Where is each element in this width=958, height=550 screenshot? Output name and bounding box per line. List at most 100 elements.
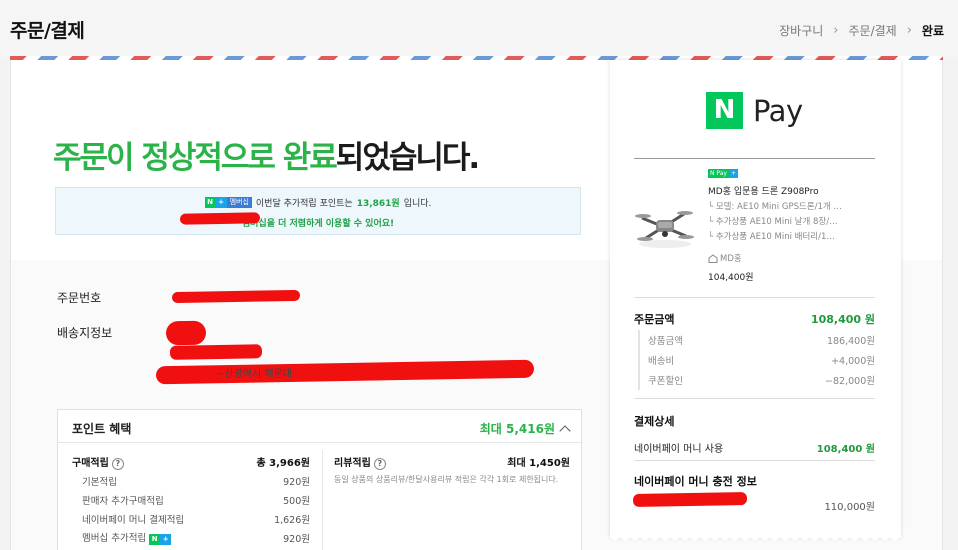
redaction-mark xyxy=(169,344,263,360)
page-title: 주문/결제 xyxy=(10,20,85,42)
notice-text: 이번달 추가적립 포인트는 xyxy=(255,199,353,209)
top-bar: 주문/결제 장바구니 › 주문/결제 › 완료 xyxy=(0,0,958,58)
breadcrumb-checkout[interactable]: 주문/결제 xyxy=(848,22,896,39)
breadcrumb-separator: › xyxy=(906,23,912,38)
badge-n: N xyxy=(149,534,161,545)
amount-item-value: +4,000원 xyxy=(831,356,875,367)
badge-plus: + xyxy=(728,169,739,178)
divider xyxy=(634,460,875,461)
points-benefit-panel: 포인트 혜택 최대 5,416원 구매적립? 총 3,966원 기본적립 920원… xyxy=(57,409,582,550)
purchase-points-column: 구매적립? 총 3,966원 기본적립 920원 판매자 추가구매적립 500원 네… xyxy=(72,452,310,547)
pay-wordmark: Pay xyxy=(753,93,803,128)
redaction-mark xyxy=(165,320,207,346)
help-icon[interactable]: ? xyxy=(111,457,124,470)
review-points-header: 리뷰적립? 최대 1,450원 xyxy=(334,452,570,471)
redaction-mark xyxy=(632,492,748,507)
address-fragment: ~산광역시 해운대 xyxy=(216,369,292,380)
breadcrumb-cart[interactable]: 장바구니 xyxy=(779,22,823,39)
payment-detail-section: 결제상세 xyxy=(634,413,875,429)
review-points-note: 동일 상품의 상품리뷰/한달사용리뷰 적립은 각각 1회로 제한됩니다. xyxy=(334,475,559,484)
charge-info-section: 네이버페이 머니 충전 정보 xyxy=(634,473,875,489)
payment-method-row: 네이버페이 머니 사용 108,400 원 xyxy=(634,440,875,455)
point-item-value: 920원 xyxy=(283,533,310,545)
purchase-points-total: 총 3,966원 xyxy=(256,458,310,469)
column-divider xyxy=(322,450,323,550)
headline-highlight: 주문이 정상적으로 완료 xyxy=(53,140,338,176)
point-item-value: 920원 xyxy=(283,476,310,488)
breadcrumb: 장바구니 › 주문/결제 › 완료 xyxy=(779,22,944,39)
list-item: 상품금액 186,400원 xyxy=(648,330,875,350)
list-item: 네이버페이 머니 결제적립 1,626원 xyxy=(72,509,310,528)
list-item: 기본적립 920원 xyxy=(72,471,310,490)
review-points-column: 리뷰적립? 최대 1,450원 동일 상품의 상품리뷰/한달사용리뷰 적립은 각… xyxy=(334,452,570,487)
charge-info-label: 네이버페이 머니 충전 정보 xyxy=(634,475,757,488)
points-benefit-header[interactable]: 포인트 혜택 최대 5,416원 xyxy=(58,410,581,443)
notice-points: 13,861원 xyxy=(356,199,400,209)
point-item-label: 기본적립 xyxy=(82,476,117,488)
amount-item-label: 배송비 xyxy=(648,356,675,367)
point-item-label: 판매자 추가구매적립 xyxy=(82,495,164,507)
payment-receipt: N Pay N Pay + MD홍 입문용 드론 Z908Pro └ 모델: AE… xyxy=(610,60,901,538)
breadcrumb-complete: 완료 xyxy=(921,24,944,38)
order-amount-label: 주문금액 xyxy=(634,313,675,326)
badge-plus: + xyxy=(160,534,172,545)
order-amount-value: 108,400 원 xyxy=(810,313,875,326)
receipt-torn-edge xyxy=(610,536,901,546)
naver-plus-icon: N + xyxy=(149,534,172,545)
naver-pay-plus-badge: N Pay + xyxy=(708,169,739,178)
charge-value: 110,000원 xyxy=(824,502,875,513)
point-item-value: 1,626원 xyxy=(274,514,310,526)
shipping-info-label: 배송지정보 xyxy=(57,326,113,340)
purchase-points-label: 구매적립 xyxy=(72,457,109,469)
chevron-up-icon[interactable] xyxy=(559,424,571,437)
badge-npay: N Pay xyxy=(708,169,729,178)
points-max-value: 최대 5,416원 xyxy=(479,422,555,436)
order-amount-breakdown: 상품금액 186,400원 배송비 +4,000원 쿠폰할인 −82,000원 xyxy=(638,330,875,390)
badge-n: N xyxy=(204,197,216,208)
divider xyxy=(634,297,875,298)
list-item: 배송비 +4,000원 xyxy=(648,350,875,370)
review-points-label: 리뷰적립 xyxy=(334,457,371,469)
order-amount-section: 주문금액 108,400 원 xyxy=(634,311,875,327)
headline-rest: 되었습니다. xyxy=(335,140,480,176)
seller-name: MD홍 xyxy=(720,254,742,264)
product-price: 104,400원 xyxy=(708,273,754,283)
redaction-mark xyxy=(171,289,301,304)
amount-item-value: −82,000원 xyxy=(825,376,875,387)
divider xyxy=(634,158,875,159)
amount-item-label: 쿠폰할인 xyxy=(648,376,683,387)
store-icon xyxy=(708,253,718,263)
payment-detail-label: 결제상세 xyxy=(634,415,675,428)
product-option: └ 추가상품 AE10 Mini 배터리/1… xyxy=(708,232,835,242)
redaction-mark xyxy=(179,212,261,225)
membership-notice[interactable]: N + 멤버십 이번달 추가적립 포인트는 13,861원 입니다. 멤버십을 더 저… xyxy=(55,187,581,235)
list-item: 멤버십 추가적립 N +920원 xyxy=(72,528,310,547)
completion-headline: 주문이 정상적으로 완료되었습니다. xyxy=(53,132,480,177)
payment-method-value: 108,400 원 xyxy=(816,444,875,455)
point-item-value: 500원 xyxy=(283,495,310,507)
help-icon[interactable]: ? xyxy=(373,457,386,470)
amount-item-label: 상품금액 xyxy=(648,336,683,347)
naver-plus-membership-badge: N + 멤버십 xyxy=(204,197,252,208)
naver-n-icon: N xyxy=(706,92,743,129)
purchase-points-header: 구매적립? 총 3,966원 xyxy=(72,452,310,471)
naver-pay-logo: N Pay xyxy=(706,92,803,129)
points-max: 최대 5,416원 xyxy=(479,420,571,437)
point-item-label: 네이버페이 머니 결제적립 xyxy=(82,514,185,526)
review-points-max: 최대 1,450원 xyxy=(507,458,570,469)
notice-membership-link[interactable]: 멤버십을 더 저렴하게 이용할 수 있어요! xyxy=(56,216,580,229)
points-benefit-title: 포인트 혜택 xyxy=(72,422,132,436)
badge-plus: + xyxy=(215,197,227,208)
notice-text-end: 입니다. xyxy=(403,199,432,209)
amount-item-value: 186,400원 xyxy=(826,336,875,347)
list-item: 판매자 추가구매적립 500원 xyxy=(72,490,310,509)
divider xyxy=(634,398,875,399)
seller-link[interactable]: MD홍 xyxy=(708,252,878,264)
product-name[interactable]: MD홍 입문용 드론 Z908Pro xyxy=(708,184,878,197)
drone-thumbnail-icon xyxy=(635,211,694,248)
product-option: └ 모델: AE10 Mini GPS드론/1개 … xyxy=(708,202,842,212)
badge-membership: 멤버십 xyxy=(226,197,252,208)
order-number-label: 주문번호 xyxy=(57,291,102,305)
point-item-label: 멤버십 추가적립 xyxy=(82,533,147,544)
list-item: 쿠폰할인 −82,000원 xyxy=(648,370,875,390)
